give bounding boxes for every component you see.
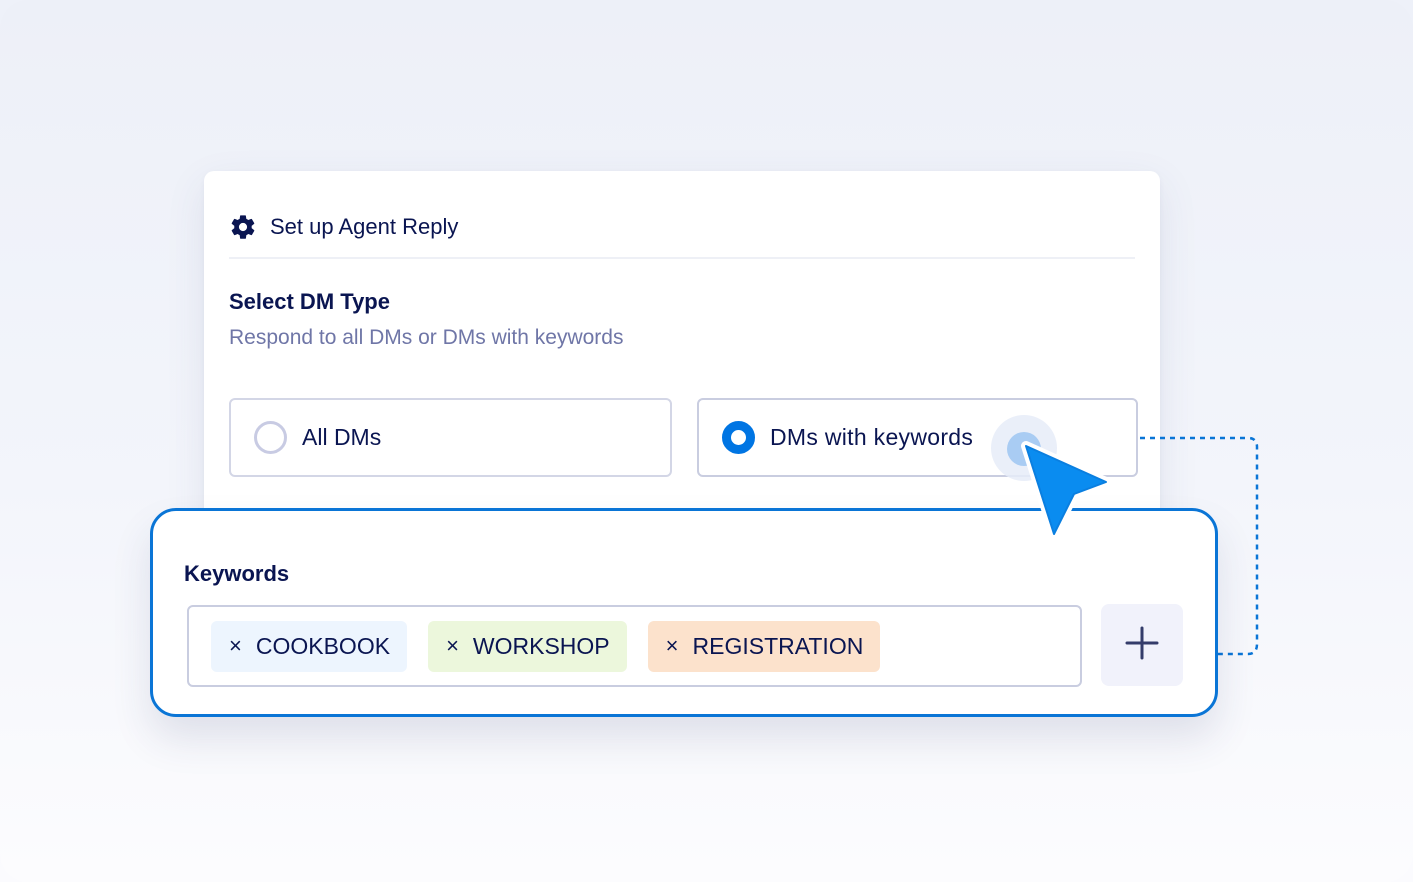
remove-tag-icon[interactable]: × (666, 633, 679, 659)
dm-type-subtitle: Respond to all DMs or DMs with keywords (229, 326, 624, 349)
option-label: All DMs (302, 424, 382, 450)
plus-icon (1124, 625, 1160, 666)
keyword-tag: × WORKSHOP (428, 620, 627, 672)
card-title: Set up Agent Reply (270, 214, 459, 239)
keyword-tag: × COOKBOOK (211, 620, 408, 672)
tag-label: COOKBOOK (255, 632, 391, 659)
keywords-title: Keywords (184, 561, 290, 586)
gear-icon (229, 213, 257, 241)
dm-type-title: Select DM Type (229, 289, 390, 314)
tag-label: WORKSHOP (472, 632, 610, 659)
remove-tag-icon[interactable]: × (229, 633, 242, 659)
option-all-dms[interactable]: All DMs (229, 398, 672, 477)
header-divider (229, 257, 1135, 259)
card-header: Set up Agent Reply (229, 209, 458, 245)
option-label: DMs with keywords (770, 424, 974, 450)
radio-all-dms[interactable] (254, 421, 287, 454)
remove-tag-icon[interactable]: × (446, 633, 459, 659)
radio-dms-with-keywords[interactable] (722, 421, 755, 454)
keywords-input[interactable]: × COOKBOOK × WORKSHOP × REGISTRATION (187, 605, 1082, 687)
pointer-cursor-icon (1021, 441, 1111, 539)
keyword-tag: × REGISTRATION (647, 620, 881, 672)
add-keyword-button[interactable] (1101, 604, 1183, 686)
tag-label: REGISTRATION (692, 632, 864, 659)
